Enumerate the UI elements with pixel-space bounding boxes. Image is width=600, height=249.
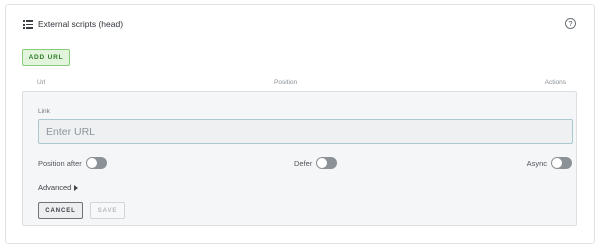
defer-toggle-group: Defer — [294, 156, 338, 170]
add-url-form: Link Position after Defer Async Advanced… — [22, 91, 577, 226]
panel-title: External scripts (head) — [38, 19, 124, 29]
advanced-label: Advanced — [38, 183, 72, 192]
external-scripts-panel: External scripts (head) ? ADD URL Url Po… — [5, 4, 595, 244]
defer-toggle[interactable] — [316, 157, 338, 169]
list-icon — [23, 19, 33, 29]
async-toggle-group: Async — [527, 156, 572, 170]
add-url-button[interactable]: ADD URL — [22, 49, 70, 66]
help-icon[interactable]: ? — [565, 18, 576, 29]
position-after-toggle-group: Position after — [38, 156, 107, 170]
position-after-label: Position after — [38, 158, 82, 168]
toggle-knob — [86, 158, 97, 168]
async-toggle[interactable] — [551, 157, 572, 169]
column-header-position: Position — [274, 79, 298, 86]
toggle-knob — [317, 158, 328, 168]
caret-right-icon — [74, 184, 79, 191]
url-input[interactable] — [38, 119, 573, 144]
column-header-url: Url — [37, 79, 46, 86]
cancel-button[interactable]: CANCEL — [38, 202, 83, 219]
save-button[interactable]: SAVE — [90, 202, 125, 219]
panel-header: External scripts (head) ? — [23, 16, 580, 32]
toggle-knob — [552, 158, 562, 168]
position-after-toggle[interactable] — [85, 157, 107, 169]
column-header-actions: Actions — [544, 79, 566, 86]
link-label: Link — [38, 108, 50, 115]
defer-label: Defer — [294, 158, 313, 168]
async-label: Async — [526, 158, 547, 168]
advanced-toggle[interactable]: Advanced — [38, 183, 79, 192]
